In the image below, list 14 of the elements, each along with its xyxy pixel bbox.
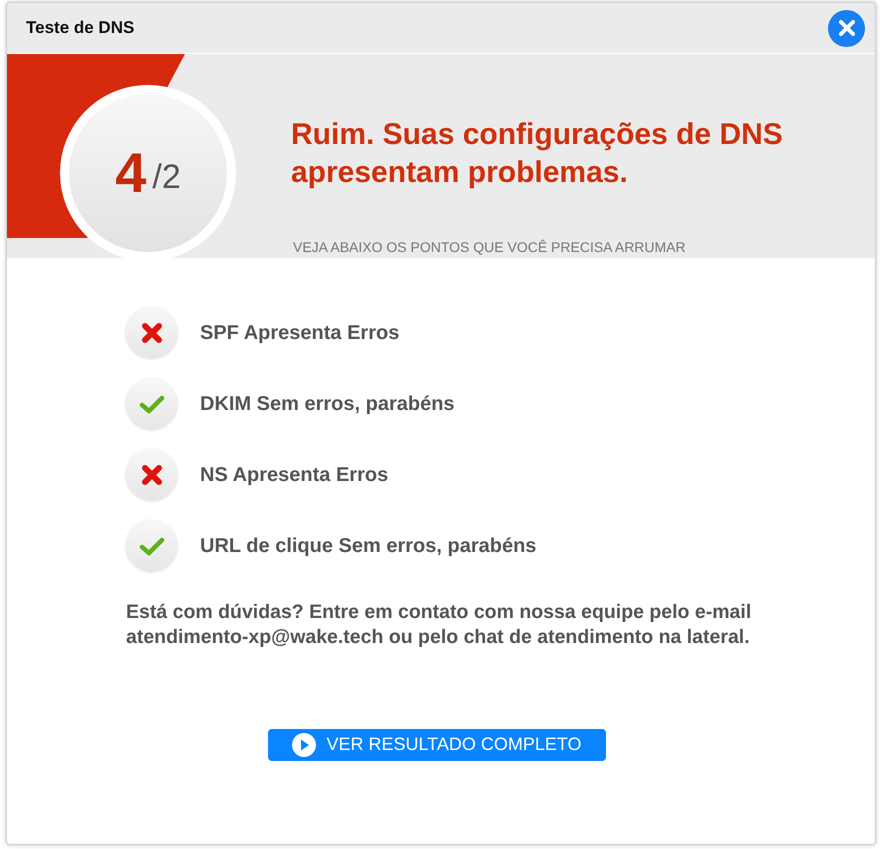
help-text: Está com dúvidas? Entre em contato com nossa equipe pelo e-mail atendimento-xp@wake.tech ou pelo chat de atendimento na lateral.: [126, 600, 752, 650]
score-total: /2: [152, 160, 181, 194]
close-button[interactable]: [828, 10, 865, 46]
view-results-button[interactable]: VER RESULTADO COMPLETO: [268, 728, 606, 761]
result-headline: Ruim. Suas configurações de DNS apresentam problemas.: [291, 117, 784, 190]
window-title: Teste de DNS: [26, 17, 134, 40]
play-icon: [292, 732, 316, 757]
score-value: 4: [115, 145, 146, 201]
check-label: URL de clique Sem erros, parabéns: [200, 534, 536, 558]
check-label: SPF Apresenta Erros: [200, 320, 400, 346]
close-icon: [838, 20, 854, 36]
result-subtitle: VEJA ABAIXO OS PONTOS QUE VOCÊ PRECISA ARRUMAR: [293, 238, 686, 257]
check-label: NS Apresenta Erros: [200, 462, 388, 488]
check-label: DKIM Sem erros, parabéns: [200, 392, 455, 416]
